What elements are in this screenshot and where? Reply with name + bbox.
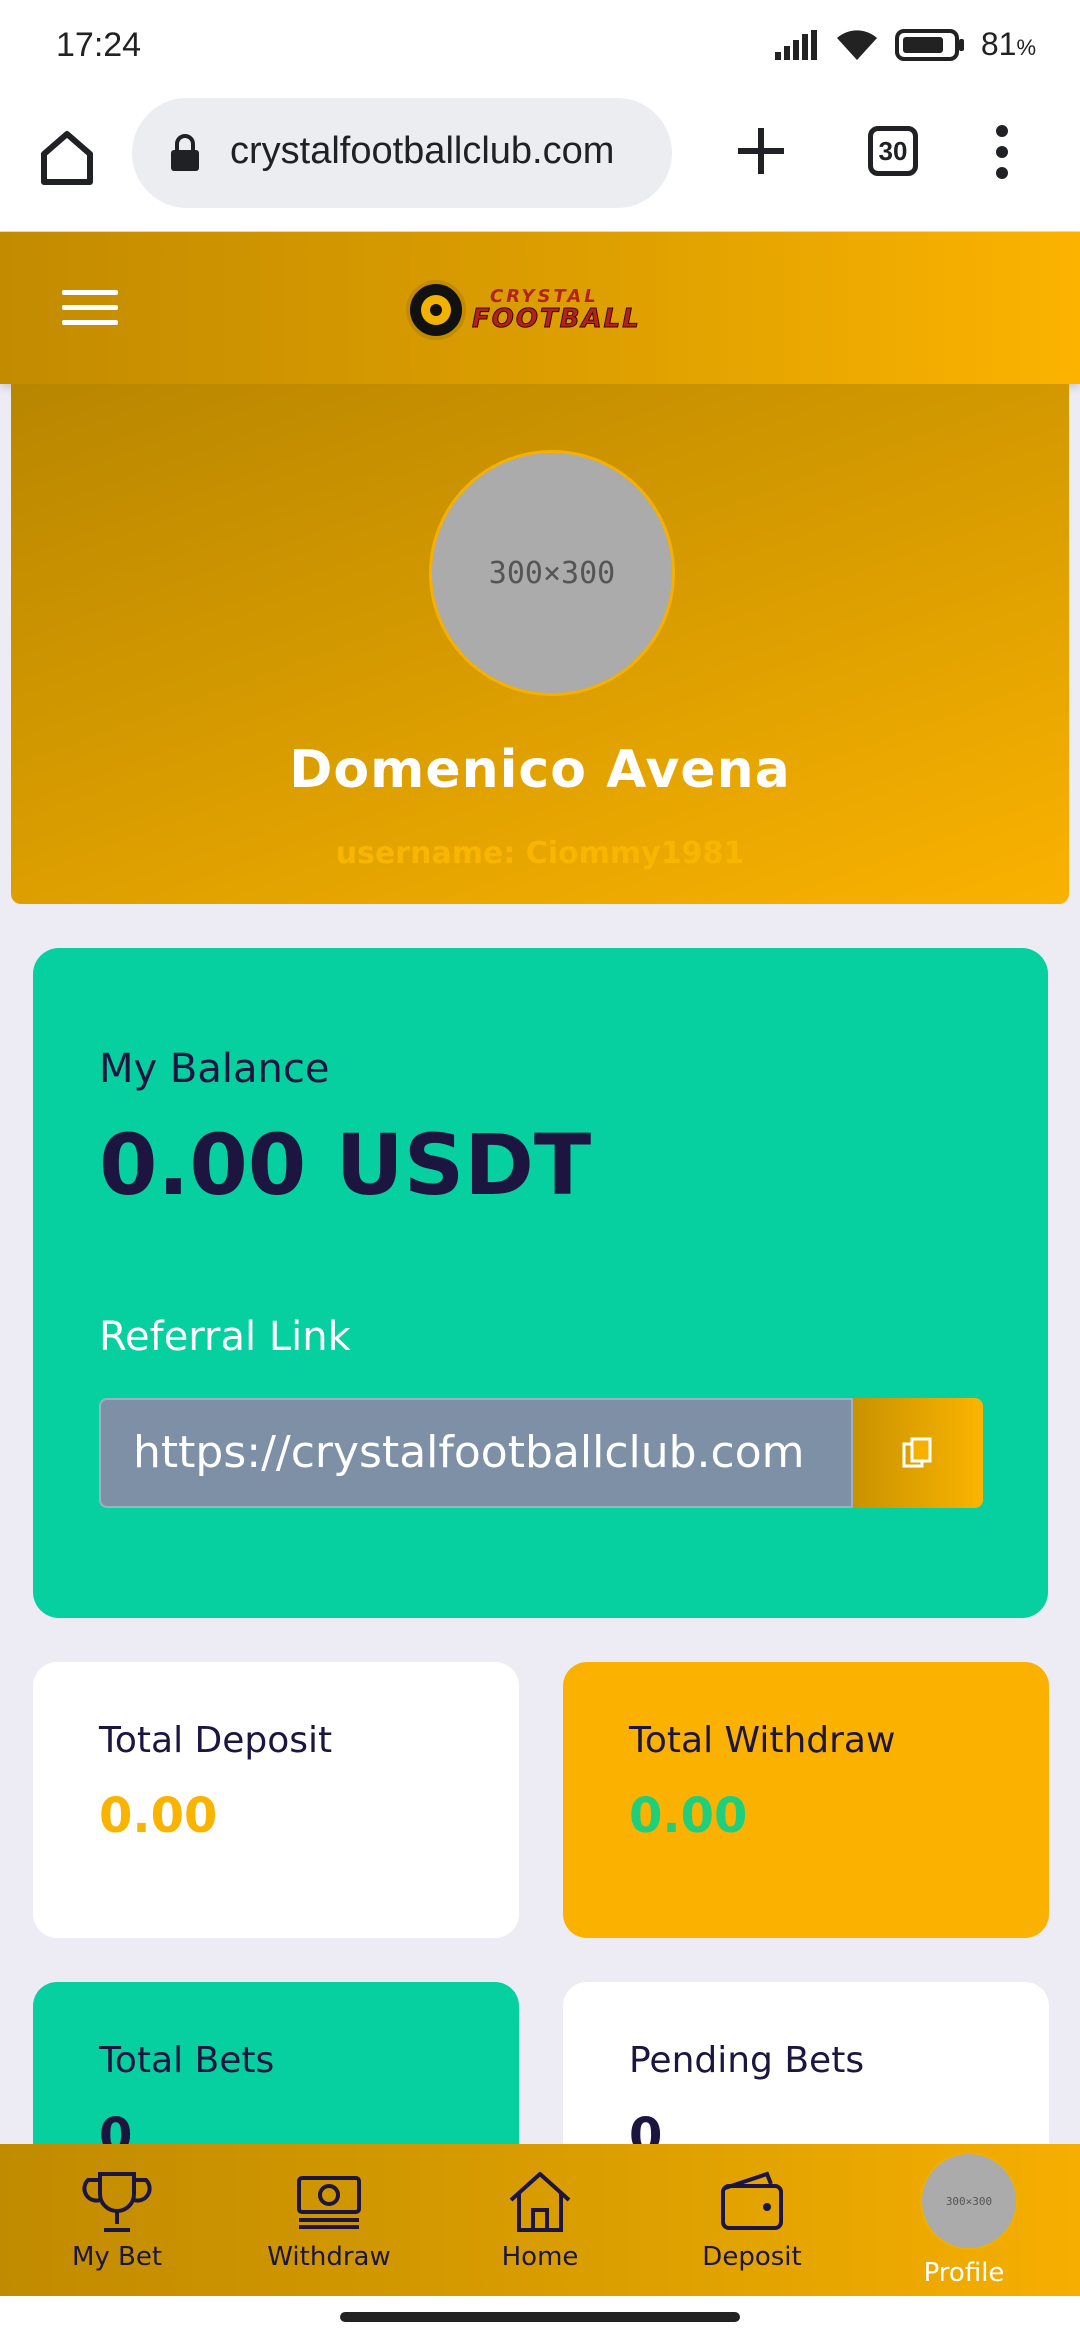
nav-profile[interactable]: 300×300 Profile <box>874 2144 1054 2296</box>
profile-username: username: Ciommy1981 <box>335 836 745 871</box>
nav-label: Withdraw <box>267 2242 391 2272</box>
browser-home-icon[interactable] <box>36 126 98 188</box>
lock-icon <box>171 134 199 171</box>
profile-name: Domenico Avena <box>289 740 791 800</box>
referral-link-field[interactable]: https://crystalfootballclub.com <box>99 1398 853 1508</box>
home-icon <box>509 2172 571 2232</box>
nav-label: Profile <box>923 2258 1005 2288</box>
profile-banner: 300×300 Domenico Avena username: Ciommy1… <box>11 384 1069 904</box>
site-header: CRYSTAL FOOTBALL <box>0 232 1080 384</box>
nav-my-bet[interactable]: My Bet <box>27 2144 207 2296</box>
status-time: 17:24 <box>56 26 142 64</box>
menu-icon[interactable] <box>62 290 118 326</box>
stat-value: 0.00 <box>629 1788 748 1844</box>
address-bar[interactable]: crystalfootballclub.com <box>132 98 672 208</box>
balance-value: 0.00 USDT <box>99 1116 592 1214</box>
site-logo[interactable]: CRYSTAL FOOTBALL <box>406 278 662 342</box>
more-menu-icon[interactable] <box>994 124 1010 180</box>
stat-value: 0.00 <box>99 1788 218 1844</box>
trophy-icon <box>82 2172 152 2232</box>
nav-deposit[interactable]: Deposit <box>662 2144 842 2296</box>
profile-avatar[interactable]: 300×300 <box>429 450 675 696</box>
bottom-nav: My Bet Withdraw Home Deposit 300×300 Pro… <box>0 2144 1080 2296</box>
stat-label: Total Withdraw <box>629 1720 896 1761</box>
new-tab-icon[interactable] <box>734 124 788 178</box>
url-text: crystalfootballclub.com <box>230 130 615 172</box>
wallet-icon <box>721 2171 783 2230</box>
home-gesture-handle[interactable] <box>340 2312 740 2322</box>
nav-withdraw[interactable]: Withdraw <box>239 2144 419 2296</box>
nav-label: Home <box>501 2242 579 2272</box>
total-withdraw-card: Total Withdraw 0.00 <box>563 1662 1049 1938</box>
avatar: 300×300 <box>920 2152 1018 2250</box>
wifi-icon <box>836 29 877 60</box>
referral-label: Referral Link <box>99 1314 351 1360</box>
stat-label: Total Bets <box>99 2040 275 2081</box>
signal-icon <box>774 29 817 60</box>
stat-label: Pending Bets <box>629 2040 865 2081</box>
copy-icon <box>902 1437 932 1468</box>
status-bar: 17:24 81% <box>0 0 1080 96</box>
stat-label: Total Deposit <box>99 1720 333 1761</box>
logo-badge-icon <box>406 280 466 340</box>
nav-label: My Bet <box>71 2242 163 2272</box>
balance-label: My Balance <box>99 1046 330 1092</box>
browser-toolbar: crystalfootballclub.com 30 <box>0 96 1080 232</box>
battery-icon <box>894 28 964 61</box>
battery-percent: 81% <box>980 26 1036 62</box>
total-deposit-card: Total Deposit 0.00 <box>33 1662 519 1938</box>
gesture-bar <box>0 2296 1080 2340</box>
balance-card: My Balance 0.00 USDT Referral Link https… <box>33 948 1048 1618</box>
status-icons: 81% <box>773 26 1036 63</box>
logo-text: CRYSTAL FOOTBALL <box>472 286 641 334</box>
cash-icon <box>297 2176 361 2229</box>
nav-home[interactable]: Home <box>450 2144 630 2296</box>
copy-link-button[interactable] <box>853 1398 983 1508</box>
tab-switcher-button[interactable]: 30 <box>868 126 918 176</box>
nav-label: Deposit <box>702 2242 802 2272</box>
